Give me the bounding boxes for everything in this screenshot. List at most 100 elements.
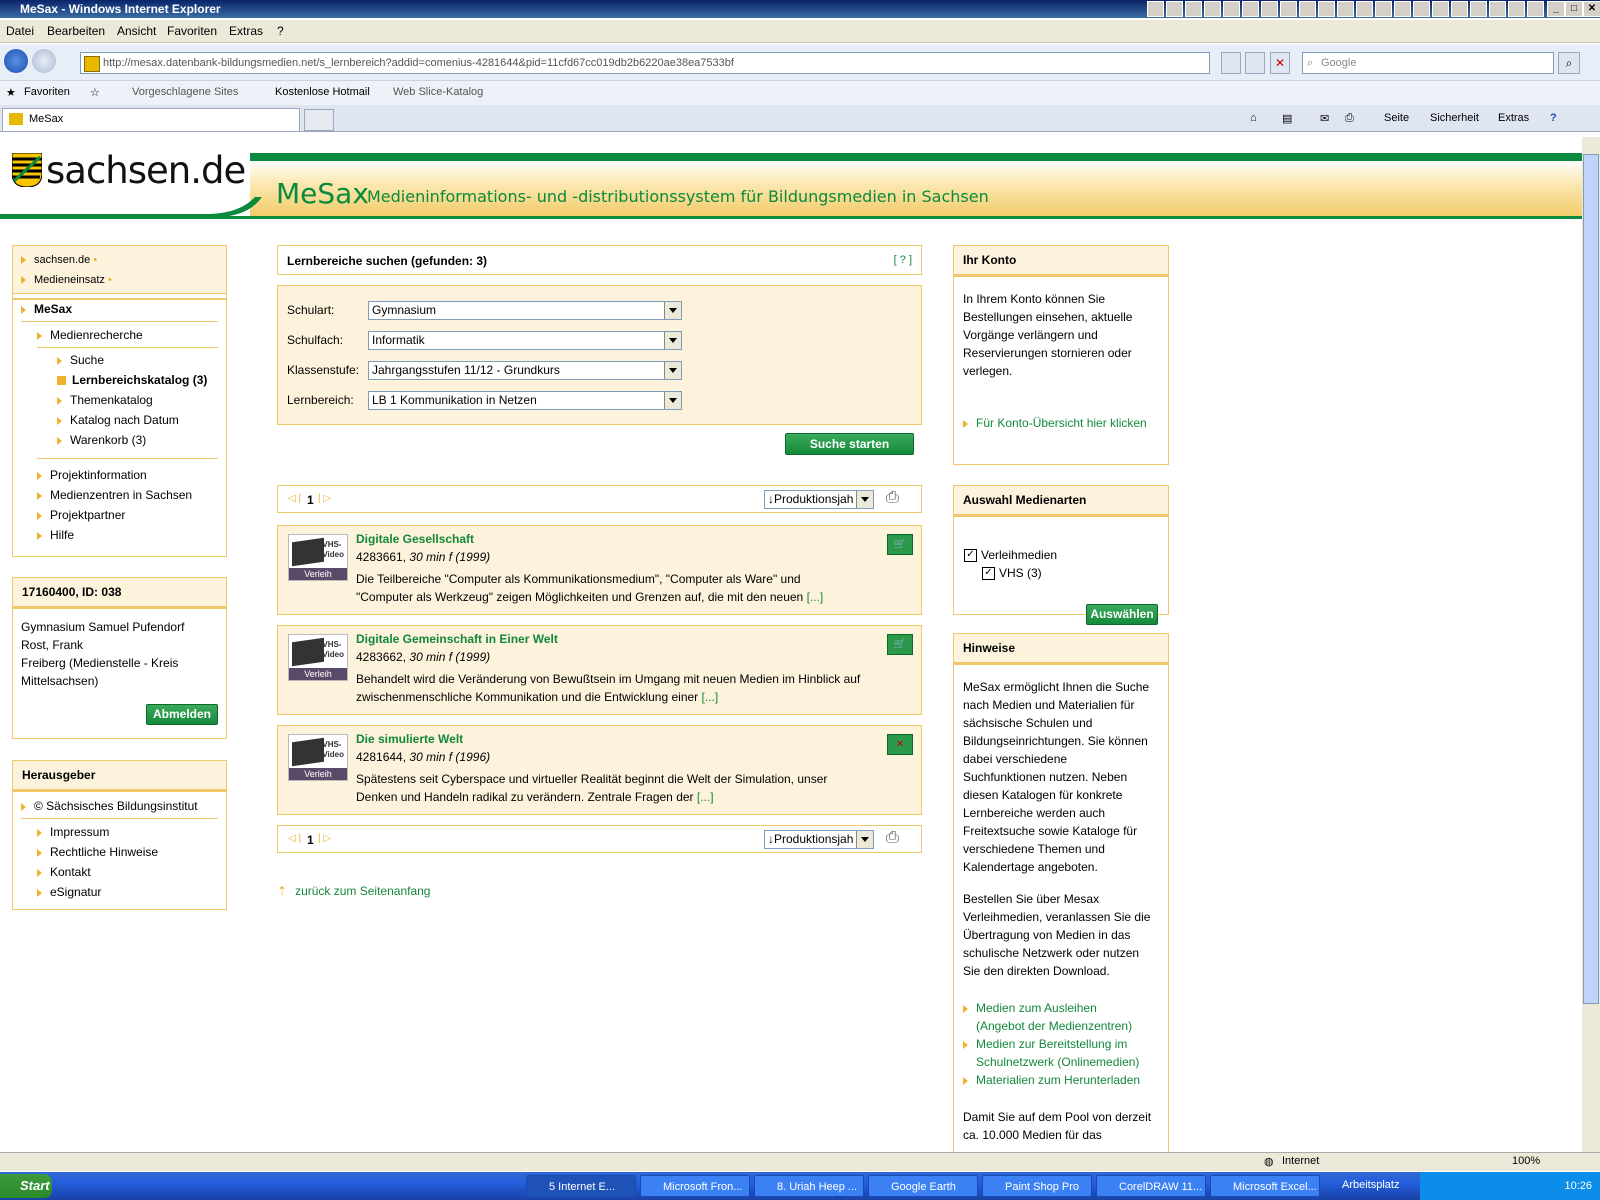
cmd-seite[interactable]: Seite [1384, 112, 1409, 124]
tray-icon[interactable] [1432, 1, 1449, 17]
link-label-cont[interactable]: (Angebot der Medienzentren) [963, 1017, 1140, 1035]
address-input[interactable]: http://mesax.datenbank-bildungsmedien.ne… [80, 52, 1210, 74]
link-label-cont[interactable]: Schulnetzwerk (Onlinemedien) [963, 1053, 1140, 1071]
nav-item-katalog-datum[interactable]: Katalog nach Datum [57, 413, 179, 427]
tray-icon[interactable] [1299, 1, 1316, 17]
next-page-icon[interactable]: | ▷ [318, 493, 331, 504]
page-number[interactable]: 1 [307, 833, 314, 847]
nav-section-mesax[interactable]: MeSax [21, 302, 72, 316]
tray-icon[interactable] [1394, 1, 1411, 17]
tray-icon[interactable] [1223, 1, 1240, 17]
forward-icon[interactable] [32, 49, 56, 73]
add-to-cart-icon[interactable]: 🛒 [887, 534, 913, 555]
nav-projektinformation[interactable]: Projektinformation [37, 468, 147, 482]
link-esignatur[interactable]: eSignatur [37, 885, 101, 899]
nav-projektpartner[interactable]: Projektpartner [37, 508, 125, 522]
tray-icon[interactable] [1261, 1, 1278, 17]
fav-item-suggested[interactable]: Vorgeschlagene Sites [132, 86, 238, 98]
task-uriah-heep[interactable]: 8. Uriah Heep ... [754, 1175, 864, 1197]
fav-item-hotmail[interactable]: Kostenlose Hotmail [275, 86, 370, 98]
print-icon[interactable]: ⎙ [886, 489, 899, 507]
link-medien-ausleihen[interactable]: Medien zum Ausleihen [963, 999, 1140, 1017]
checkbox-vhs[interactable]: ✓ VHS (3) [982, 566, 1042, 581]
print-icon[interactable]: ⎙ [1345, 112, 1354, 125]
mail-icon[interactable]: ✉ [1320, 112, 1329, 125]
new-tab-button[interactable] [304, 109, 334, 131]
read-more-link[interactable]: [...] [807, 590, 824, 604]
link-rechtliche-hinweise[interactable]: Rechtliche Hinweise [37, 845, 158, 859]
checkbox-verleihmedien[interactable]: ✓ Verleihmedien [964, 548, 1057, 563]
system-clock[interactable]: 10:26 [1420, 1172, 1600, 1200]
result-title-link[interactable]: Digitale Gesellschaft [356, 532, 474, 546]
cmd-extras[interactable]: Extras [1498, 112, 1529, 124]
link-medien-bereitstellung[interactable]: Medien zur Bereitstellung im [963, 1035, 1140, 1053]
select-media-button[interactable]: Auswählen [1086, 604, 1158, 625]
tray-icon[interactable] [1280, 1, 1297, 17]
menu-bearbeiten[interactable]: Bearbeiten [47, 24, 105, 38]
link-materialien-download[interactable]: Materialien zum Herunterladen [963, 1071, 1140, 1089]
site-logo[interactable]: sachsen.de [46, 149, 246, 192]
nav-item-themenkatalog[interactable]: Themenkatalog [57, 393, 153, 407]
tray-icon[interactable] [1489, 1, 1506, 17]
tab-mesax[interactable]: MeSax [2, 108, 300, 131]
nav-item-warenkorb[interactable]: Warenkorb (3) [57, 433, 146, 447]
nav-medienrecherche[interactable]: Medienrecherche [37, 328, 143, 342]
select-schulfach[interactable]: Informatik [368, 331, 682, 350]
add-favorite-icon[interactable]: ☆ [90, 86, 100, 99]
refresh-icon[interactable] [1245, 52, 1265, 74]
start-button[interactable]: Start [0, 1174, 52, 1198]
task-coreldraw[interactable]: CorelDRAW 11... [1096, 1175, 1206, 1197]
back-icon[interactable] [4, 49, 28, 73]
result-title-link[interactable]: Die simulierte Welt [356, 732, 463, 746]
task-paint-shop[interactable]: Paint Shop Pro [982, 1175, 1092, 1197]
link-kontakt[interactable]: Kontakt [37, 865, 91, 879]
feeds-icon[interactable]: ▤ [1282, 112, 1292, 125]
account-overview-link[interactable]: Für Konto-Übersicht hier klicken [963, 416, 1147, 430]
search-submit-button[interactable]: Suche starten [785, 433, 914, 455]
add-to-cart-icon[interactable]: 🛒 [887, 634, 913, 655]
search-help-link[interactable]: [ ? ] [894, 254, 912, 266]
toolbar-workspace[interactable]: Arbeitsplatz [1342, 1179, 1399, 1191]
select-lernbereich[interactable]: LB 1 Kommunikation in Netzen [368, 391, 682, 410]
tray-icon[interactable] [1147, 1, 1164, 17]
logout-button[interactable]: Abmelden [146, 704, 218, 725]
help-icon[interactable]: ? [1550, 112, 1557, 124]
tray-icon[interactable] [1375, 1, 1392, 17]
nav-hilfe[interactable]: Hilfe [37, 528, 74, 542]
prev-page-icon[interactable]: ◁ | [288, 833, 301, 844]
page-number[interactable]: 1 [307, 493, 314, 507]
minimize-icon[interactable]: _ [1547, 1, 1565, 17]
fav-item-webslice[interactable]: Web Slice-Katalog [393, 86, 483, 98]
scrollbar-thumb[interactable] [1583, 154, 1599, 1004]
nav-link-medieneinsatz[interactable]: Medieneinsatz • [21, 270, 218, 290]
task-internet-explorer[interactable]: 5 Internet E... [526, 1175, 636, 1197]
tray-icon[interactable] [1242, 1, 1259, 17]
favorites-button[interactable]: Favoriten [24, 86, 70, 98]
read-more-link[interactable]: [...] [697, 790, 714, 804]
menu-datei[interactable]: Datei [6, 24, 34, 38]
zoom-level[interactable]: 100% [1512, 1155, 1540, 1167]
select-schulart[interactable]: Gymnasium [368, 301, 682, 320]
maximize-icon[interactable]: □ [1565, 1, 1583, 17]
menu-ansicht[interactable]: Ansicht [117, 24, 156, 38]
tray-icon[interactable] [1508, 1, 1525, 17]
tray-icon[interactable] [1451, 1, 1468, 17]
remove-from-cart-icon[interactable]: ✕ [887, 734, 913, 755]
menu-extras[interactable]: Extras [229, 24, 263, 38]
cmd-sicherheit[interactable]: Sicherheit [1430, 112, 1479, 124]
sort-select[interactable]: ↓Produktionsjah [764, 490, 874, 509]
task-excel[interactable]: Microsoft Excel... [1210, 1175, 1320, 1197]
next-page-icon[interactable]: | ▷ [318, 833, 331, 844]
tray-icon[interactable] [1166, 1, 1183, 17]
home-icon[interactable]: ⌂ [1250, 112, 1257, 124]
print-icon[interactable]: ⎙ [886, 829, 899, 847]
menu-help[interactable]: ? [277, 24, 284, 38]
menu-favoriten[interactable]: Favoriten [167, 24, 217, 38]
stop-icon[interactable]: ✕ [1270, 52, 1290, 74]
close-icon[interactable]: ✕ [1583, 1, 1600, 17]
read-more-link[interactable]: [...] [702, 690, 719, 704]
page-scrollbar[interactable] [1582, 137, 1600, 1152]
tray-icon[interactable] [1470, 1, 1487, 17]
back-to-top-link[interactable]: ⇡ zurück zum Seitenanfang [277, 884, 430, 898]
tray-icon[interactable] [1337, 1, 1354, 17]
